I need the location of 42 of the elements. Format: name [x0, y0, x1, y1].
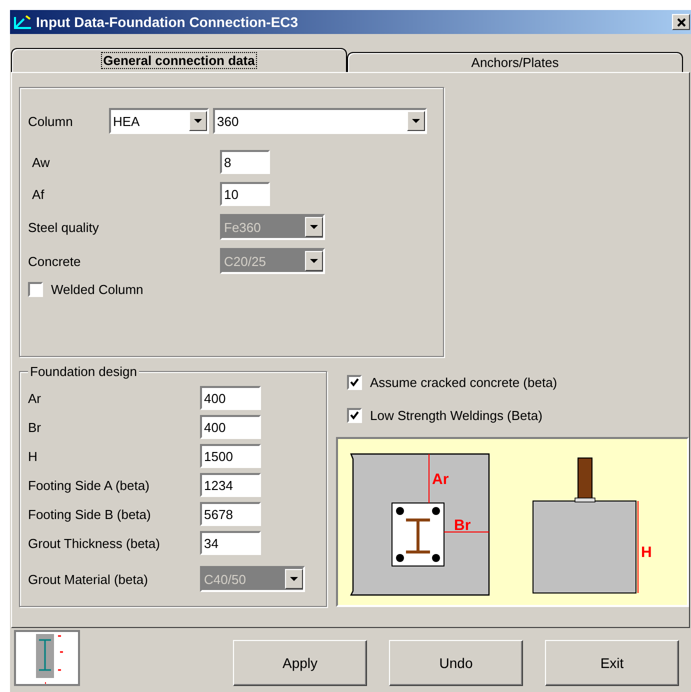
dialog-button[interactable]: Apply: [233, 640, 367, 686]
field-label: Concrete: [28, 254, 82, 268]
field-label: Aw: [31, 154, 51, 170]
input-field[interactable]: 5678: [200, 502, 261, 526]
checkbox[interactable]: [28, 282, 43, 297]
dropdown[interactable]: HEA: [109, 108, 209, 134]
input-field[interactable]: 400: [200, 386, 261, 410]
dimension-label: H: [641, 544, 652, 561]
field-label: Footing Side A (beta): [28, 478, 150, 492]
field-label: Footing Side B (beta): [28, 506, 152, 522]
dialog-button[interactable]: Undo: [389, 640, 523, 686]
close-button[interactable]: [672, 14, 690, 30]
field-label: Grout Thickness (beta): [28, 536, 161, 550]
window-title: Input Data-Foundation Connection-EC3: [36, 14, 300, 30]
field-label: Br: [28, 420, 42, 434]
dimension-label: Br: [454, 517, 471, 534]
checkbox[interactable]: [347, 408, 362, 423]
dimension-label: Ar: [432, 471, 449, 488]
checkbox-label: Assume cracked concrete (beta): [370, 375, 558, 390]
dropdown[interactable]: 360: [213, 108, 427, 134]
field-label: Ar: [28, 390, 42, 406]
input-field[interactable]: 8: [220, 150, 270, 174]
tab[interactable]: Anchors/Plates: [347, 52, 683, 72]
input-field[interactable]: 1500: [200, 444, 261, 468]
close-icon: [676, 18, 686, 26]
checkbox[interactable]: [347, 375, 362, 390]
input-field[interactable]: 1234: [200, 473, 261, 497]
input-field[interactable]: 10: [220, 182, 270, 206]
input-field[interactable]: 34: [200, 531, 261, 555]
dialog-button[interactable]: Exit: [545, 640, 679, 686]
input-field[interactable]: 400: [200, 415, 261, 439]
checkbox-label: Welded Column: [51, 282, 144, 297]
field-label: Grout Material (beta): [28, 572, 149, 586]
field-label: Column: [28, 114, 74, 128]
group-title: Foundation design: [28, 364, 139, 379]
checkbox-label: Low Strength Weldings (Beta): [370, 408, 542, 423]
field-label: Steel quality: [28, 220, 100, 234]
thumbnail-drawing: [14, 630, 80, 686]
field-label: Af: [31, 186, 46, 202]
tab[interactable]: General connection data: [11, 48, 347, 72]
app-icon: [14, 15, 32, 29]
field-label: H: [28, 448, 38, 464]
